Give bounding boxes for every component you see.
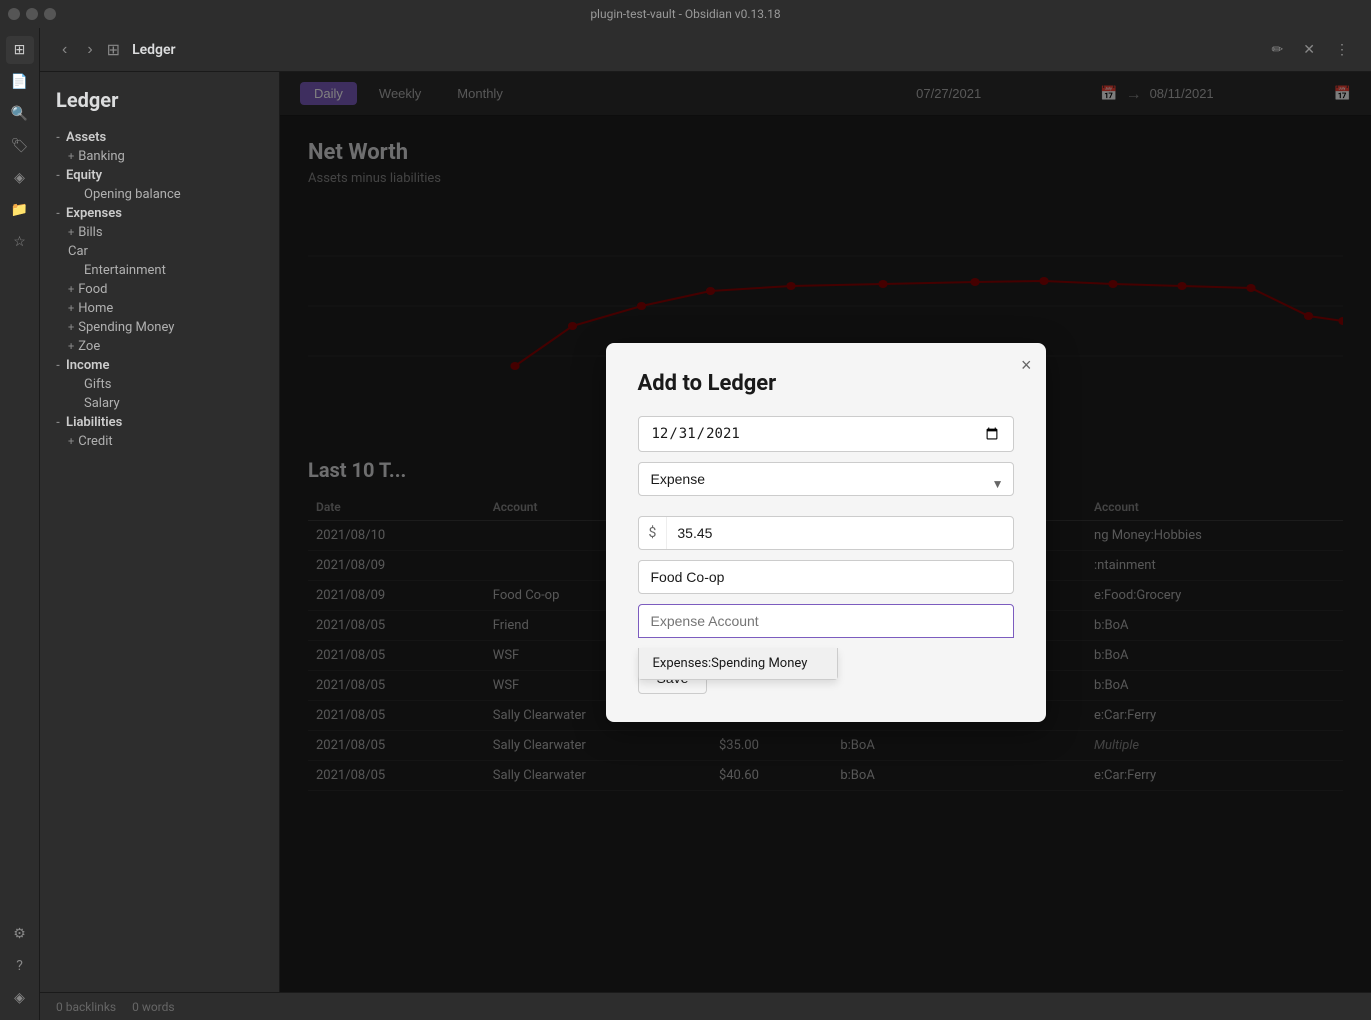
toggle-equity: - bbox=[56, 169, 60, 182]
window-title: plugin-test-vault - Obsidian v0.13.18 bbox=[590, 7, 780, 21]
graph-icon[interactable]: ◈ bbox=[6, 164, 34, 192]
autocomplete-item-spending-money[interactable]: Expenses:Spending Money bbox=[639, 648, 837, 679]
modal-amount-input[interactable] bbox=[667, 517, 1012, 549]
sidebar-item-salary[interactable]: Salary bbox=[40, 394, 279, 413]
modal-payee-input[interactable] bbox=[638, 560, 1014, 594]
sidebar-label-liabilities: Liabilities bbox=[66, 415, 122, 430]
amount-prefix: $ bbox=[639, 517, 668, 549]
sidebar-label-bills: Bills bbox=[78, 225, 102, 240]
sidebar-label-zoe: Zoe bbox=[78, 339, 100, 354]
sidebar-label-assets: Assets bbox=[66, 130, 106, 145]
expand-bills: + bbox=[68, 226, 74, 239]
edit-button[interactable]: ✏ bbox=[1266, 37, 1290, 62]
sidebar-item-opening-balance[interactable]: Opening balance bbox=[40, 185, 279, 204]
maximize-btn[interactable] bbox=[44, 8, 56, 20]
folder-icon[interactable]: 📁 bbox=[6, 196, 34, 224]
sidebar-item-income[interactable]: - Income bbox=[40, 356, 279, 375]
title-bar: plugin-test-vault - Obsidian v0.13.18 bbox=[0, 0, 1371, 28]
file-icon[interactable]: 📄 bbox=[6, 68, 34, 96]
expand-spending-money: + bbox=[68, 321, 74, 334]
expand-credit: + bbox=[68, 435, 74, 448]
icon-rail: ⊞ 📄 🔍 🏷 ◈ 📁 ☆ ⚙ ? ◈ bbox=[0, 28, 40, 1020]
sidebar-label-opening-balance: Opening balance bbox=[84, 187, 181, 202]
forward-button[interactable]: › bbox=[81, 39, 98, 61]
modal-date-input[interactable] bbox=[638, 416, 1014, 452]
minimize-btn[interactable] bbox=[26, 8, 38, 20]
starred-icon[interactable]: ☆ bbox=[6, 228, 34, 256]
sidebar-label-credit: Credit bbox=[78, 434, 112, 449]
sidebar-item-expenses[interactable]: - Expenses bbox=[40, 204, 279, 223]
sidebar-label-expenses: Expenses bbox=[66, 206, 122, 221]
sidebar-label-equity: Equity bbox=[66, 168, 102, 183]
modal-expense-account-input[interactable] bbox=[638, 604, 1014, 638]
sidebar-item-bills[interactable]: + Bills bbox=[40, 223, 279, 242]
main-area: Daily Weekly Monthly 📅 → 📅 Net Worth Ass… bbox=[280, 72, 1371, 992]
more-options-button[interactable]: ⋮ bbox=[1329, 37, 1355, 62]
window-controls bbox=[8, 8, 56, 20]
sidebar-label-salary: Salary bbox=[84, 396, 120, 411]
sidebar-label-spending-money: Spending Money bbox=[78, 320, 174, 335]
settings-icon[interactable]: ⚙ bbox=[6, 920, 34, 948]
modal-amount-row: $ bbox=[638, 516, 1014, 550]
toggle-income: - bbox=[56, 359, 60, 372]
toggle-expenses: - bbox=[56, 207, 60, 220]
sidebar-item-entertainment[interactable]: Entertainment bbox=[40, 261, 279, 280]
sidebar-label-gifts: Gifts bbox=[84, 377, 112, 392]
sidebar-item-liabilities[interactable]: - Liabilities bbox=[40, 413, 279, 432]
autocomplete-dropdown: Expenses:Spending Money bbox=[638, 648, 838, 680]
header-bar: ‹ › ⊞ Ledger ✏ ✕ ⋮ bbox=[40, 28, 1371, 72]
backlinks-label: 0 backlinks bbox=[56, 1000, 116, 1014]
sidebar-label-car: Car bbox=[68, 244, 88, 259]
table-icon[interactable]: ⊞ bbox=[6, 36, 34, 64]
tag-icon[interactable]: 🏷 bbox=[6, 132, 34, 160]
sidebar: Ledger - Assets + Banking - Equity Openi… bbox=[40, 72, 280, 992]
sidebar-item-food[interactable]: + Food bbox=[40, 280, 279, 299]
expand-home: + bbox=[68, 302, 74, 315]
sidebar-title: Ledger bbox=[40, 88, 279, 128]
close-btn[interactable] bbox=[8, 8, 20, 20]
sidebar-label-food: Food bbox=[78, 282, 107, 297]
search-icon[interactable]: 🔍 bbox=[6, 100, 34, 128]
sidebar-item-gifts[interactable]: Gifts bbox=[40, 375, 279, 394]
expand-zoe: + bbox=[68, 340, 74, 353]
help-icon[interactable]: ? bbox=[6, 952, 34, 980]
sidebar-item-home[interactable]: + Home bbox=[40, 299, 279, 318]
toggle-liabilities: - bbox=[56, 416, 60, 429]
toggle-assets: - bbox=[56, 131, 60, 144]
page-title: Ledger bbox=[132, 42, 176, 58]
expand-food: + bbox=[68, 283, 74, 296]
type-select-wrapper: Expense Income Transfer ▼ bbox=[638, 462, 1014, 506]
modal-close-button[interactable]: × bbox=[1021, 355, 1032, 376]
sidebar-item-car[interactable]: Car bbox=[40, 242, 279, 261]
sidebar-item-equity[interactable]: - Equity bbox=[40, 166, 279, 185]
modal-title: Add to Ledger bbox=[638, 371, 1014, 396]
sidebar-item-spending-money[interactable]: + Spending Money bbox=[40, 318, 279, 337]
sidebar-label-banking: Banking bbox=[78, 149, 125, 164]
modal-overlay[interactable]: × Add to Ledger Expense Income Transfer … bbox=[280, 72, 1371, 992]
expand-banking: + bbox=[68, 150, 74, 163]
words-label: 0 words bbox=[132, 1000, 175, 1014]
sidebar-label-home: Home bbox=[78, 301, 113, 316]
sidebar-label-income: Income bbox=[66, 358, 109, 373]
expense-account-wrapper: Expenses:Spending Money bbox=[638, 604, 1014, 648]
sidebar-item-credit[interactable]: + Credit bbox=[40, 432, 279, 451]
sidebar-item-banking[interactable]: + Banking bbox=[40, 147, 279, 166]
sidebar-item-zoe[interactable]: + Zoe bbox=[40, 337, 279, 356]
add-to-ledger-modal: × Add to Ledger Expense Income Transfer … bbox=[606, 343, 1046, 722]
community-icon[interactable]: ◈ bbox=[6, 984, 34, 1012]
modal-type-select[interactable]: Expense Income Transfer bbox=[638, 462, 1014, 496]
sidebar-label-entertainment: Entertainment bbox=[84, 263, 166, 278]
backlinks-bar: 0 backlinks 0 words bbox=[40, 992, 1371, 1020]
sidebar-item-assets[interactable]: - Assets bbox=[40, 128, 279, 147]
back-button[interactable]: ‹ bbox=[56, 39, 73, 61]
close-tab-button[interactable]: ✕ bbox=[1297, 37, 1321, 62]
ledger-icon: ⊞ bbox=[107, 40, 120, 59]
